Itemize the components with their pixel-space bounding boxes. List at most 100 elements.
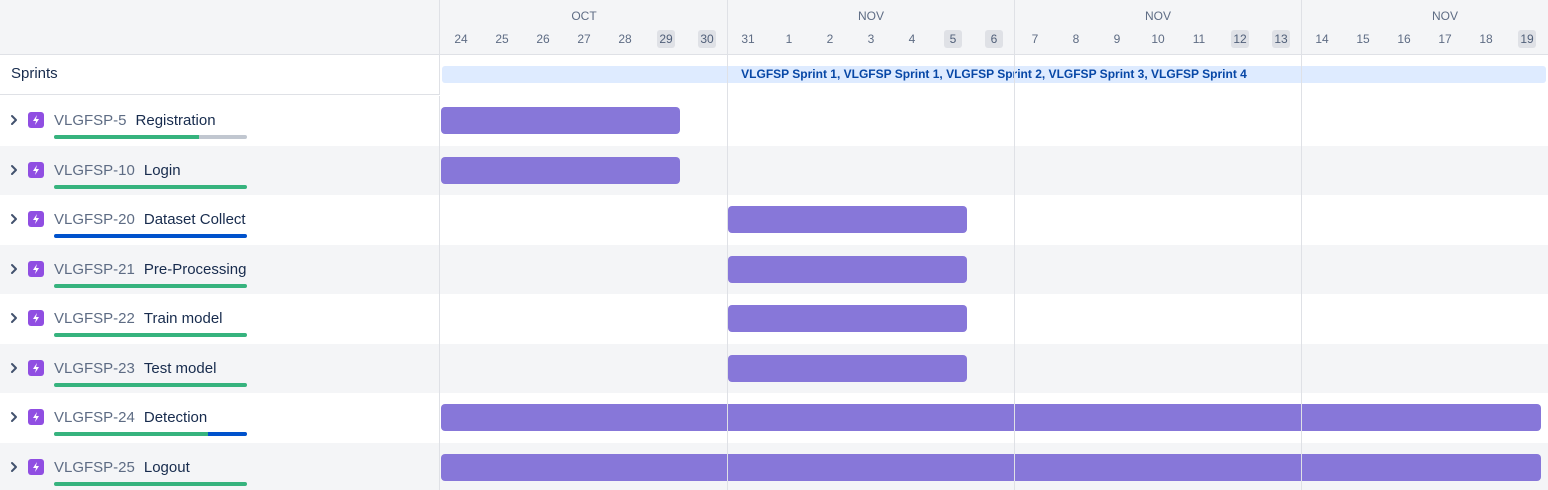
epic-icon [28, 211, 44, 227]
progress-done [54, 184, 247, 189]
epic-summary[interactable]: Logout [144, 459, 190, 476]
epic-title: VLGFSP-23 Test model [54, 360, 216, 377]
day-label: 15 [1356, 32, 1370, 46]
epic-timeline-bar[interactable] [441, 107, 680, 134]
table-row[interactable]: VLGFSP-22 Train model [0, 294, 1548, 344]
progress-done [54, 333, 247, 337]
epic-progress-bar [54, 432, 247, 436]
epic-timeline-bar[interactable] [441, 404, 1541, 431]
epic-summary[interactable]: Detection [144, 409, 207, 426]
epic-cell: VLGFSP-5 Registration [0, 96, 440, 146]
day-label: 18 [1479, 32, 1493, 46]
table-row[interactable]: VLGFSP-21 Pre-Processing [0, 244, 1548, 294]
epic-progress-bar [54, 283, 247, 288]
epic-progress-bar [54, 481, 247, 486]
epic-key[interactable]: VLGFSP-20 [54, 211, 135, 228]
epic-title: VLGFSP-10 Login [54, 162, 181, 179]
day-label: 29 [657, 30, 675, 48]
day-label: 6 [985, 30, 1003, 48]
day-label: 28 [618, 32, 632, 46]
table-row[interactable]: VLGFSP-25 Logout [0, 442, 1548, 490]
chevron-right-icon[interactable] [9, 311, 19, 325]
progress-done [54, 283, 247, 288]
chevron-right-icon[interactable] [9, 113, 19, 127]
table-row[interactable]: VLGFSP-23 Test model [0, 343, 1548, 393]
epic-timeline-bar[interactable] [728, 255, 967, 283]
epic-timeline-bar[interactable] [441, 453, 1541, 481]
day-label: 9 [1113, 32, 1121, 46]
day-label: 14 [1315, 32, 1329, 46]
day-label: 19 [1518, 30, 1536, 48]
epic-summary[interactable]: Train model [144, 310, 223, 327]
day-label: 24 [454, 32, 468, 46]
epic-summary[interactable]: Dataset Collect [144, 211, 246, 228]
month-divider [1014, 0, 1015, 490]
day-label: 4 [908, 32, 916, 46]
chevron-right-icon[interactable] [9, 212, 19, 226]
progress-in-progress [208, 432, 247, 436]
epic-timeline-bar[interactable] [728, 206, 967, 233]
chevron-right-icon[interactable] [9, 262, 19, 276]
table-row[interactable]: VLGFSP-5 Registration [0, 96, 1548, 146]
epic-key[interactable]: VLGFSP-24 [54, 409, 135, 426]
day-label: 13 [1272, 30, 1290, 48]
sprint-bar[interactable]: VLGFSP Sprint 1, VLGFSP Sprint 1, VLGFSP… [442, 66, 1546, 83]
epic-key[interactable]: VLGFSP-25 [54, 459, 135, 476]
epic-title: VLGFSP-25 Logout [54, 459, 190, 476]
progress-done [54, 481, 247, 486]
epic-icon [28, 112, 44, 128]
epic-progress-bar [54, 382, 247, 387]
day-label: 25 [495, 32, 509, 46]
sprints-label: Sprints [11, 65, 58, 82]
table-row[interactable]: VLGFSP-10 Login [0, 145, 1548, 195]
epic-timeline-bar[interactable] [728, 354, 967, 382]
chevron-right-icon[interactable] [9, 460, 19, 474]
epic-cell: VLGFSP-23 Test model [0, 343, 440, 393]
epic-key[interactable]: VLGFSP-22 [54, 310, 135, 327]
day-label: 30 [698, 30, 716, 48]
progress-done [54, 432, 209, 436]
day-label: 27 [577, 32, 591, 46]
epic-key[interactable]: VLGFSP-23 [54, 360, 135, 377]
chevron-right-icon[interactable] [9, 361, 19, 375]
epic-icon [28, 359, 44, 376]
chevron-right-icon[interactable] [9, 163, 19, 177]
epic-summary[interactable]: Registration [136, 112, 216, 129]
sprints-row-label: Sprints [0, 55, 440, 95]
epic-progress-bar [54, 234, 247, 238]
month-label: NOV [1144, 9, 1171, 23]
epic-summary[interactable]: Test model [144, 360, 217, 377]
table-row[interactable]: VLGFSP-24 Detection [0, 393, 1548, 443]
epic-title: VLGFSP-21 Pre-Processing [54, 261, 246, 278]
epic-icon [28, 161, 44, 178]
month-label: NOV [857, 9, 884, 23]
timeline-header: OCT NOV NOV NOV 24 25 26 27 28 29 30 31 1 2 3 4 5 6 7 8… [440, 0, 1548, 55]
epic-cell: VLGFSP-22 Train model [0, 294, 440, 344]
epic-summary[interactable]: Pre-Processing [144, 261, 247, 278]
day-label: 31 [741, 32, 755, 46]
epic-title: VLGFSP-5 Registration [54, 112, 216, 129]
month-divider [727, 0, 728, 490]
epic-key[interactable]: VLGFSP-5 [54, 112, 127, 129]
chevron-right-icon[interactable] [9, 410, 19, 424]
epic-cell: VLGFSP-21 Pre-Processing [0, 244, 440, 294]
table-row[interactable]: VLGFSP-20 Dataset Collect [0, 195, 1548, 245]
epic-summary[interactable]: Login [144, 162, 181, 179]
day-label: 2 [826, 32, 834, 46]
epic-title: VLGFSP-24 Detection [54, 409, 207, 426]
epic-cell: VLGFSP-24 Detection [0, 393, 440, 443]
epic-key[interactable]: VLGFSP-10 [54, 162, 135, 179]
epic-icon [28, 310, 44, 326]
epic-title: VLGFSP-22 Train model [54, 310, 223, 327]
day-label: 16 [1397, 32, 1411, 46]
progress-done [54, 135, 199, 139]
day-label: 12 [1231, 30, 1249, 48]
epic-icon [28, 409, 44, 425]
epic-key[interactable]: VLGFSP-21 [54, 261, 135, 278]
epic-progress-bar [54, 333, 247, 337]
day-label: 8 [1072, 32, 1080, 46]
epic-timeline-bar[interactable] [728, 305, 967, 332]
epic-timeline-bar[interactable] [441, 156, 680, 184]
day-label: 5 [944, 30, 962, 48]
epic-icon [28, 458, 44, 475]
